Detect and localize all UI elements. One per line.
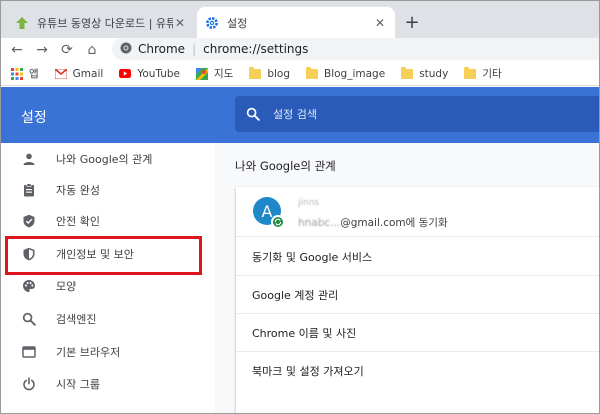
new-tab-button[interactable]: +: [401, 11, 423, 33]
manage-google-account-row[interactable]: Google 계정 관리: [236, 276, 599, 314]
email-suffix: @gmail.com에 동기화: [340, 217, 448, 229]
youtube-icon: [119, 68, 132, 80]
settings-search-input[interactable]: 설정 검색: [235, 96, 599, 132]
bookmark-folder-blog[interactable]: blog: [249, 66, 291, 80]
reload-button[interactable]: ⟳: [58, 41, 76, 59]
bookmark-label: 앱: [29, 68, 39, 80]
tab-close-icon[interactable]: ✕: [173, 16, 187, 30]
folder-icon: [249, 66, 262, 80]
download-arrow-icon: [15, 16, 29, 30]
url-text: chrome://settings: [203, 42, 309, 56]
settings-card: A jinns hnabc...@gmail.com에 동기화 동기화 및 Go…: [236, 187, 599, 413]
bookmark-label: study: [419, 67, 449, 80]
settings-main: 나와 Google의 관계 A jinns hnabc...@gmail.com…: [215, 143, 599, 413]
tab-title: 유튜브 동영상 다운로드 | 유튜브: [37, 16, 173, 30]
apps-icon: [11, 67, 23, 80]
import-bookmarks-row[interactable]: 북마크 및 설정 가져오기: [236, 352, 599, 390]
site-label: Chrome: [138, 42, 186, 56]
settings-gear-icon: [205, 16, 219, 30]
bookmark-label: Gmail: [72, 67, 104, 80]
sidebar-item-autofill[interactable]: 자동 완성: [1, 174, 215, 206]
highlight-box: [5, 236, 202, 275]
sidebar-item-label: 검색엔진: [56, 313, 97, 326]
sidebar-item-you-and-google[interactable]: 나와 Google의 관계: [1, 143, 215, 175]
address-bar[interactable]: Chrome | chrome://settings: [112, 38, 599, 60]
chrome-name-photo-row[interactable]: Chrome 이름 및 사진: [236, 314, 599, 352]
page-title: 설정: [21, 110, 47, 126]
shield-check-icon: [21, 213, 37, 229]
bookmark-youtube[interactable]: YouTube: [119, 68, 180, 80]
folder-icon: [401, 66, 414, 80]
palette-icon: [21, 278, 37, 294]
sidebar-item-label: 나와 Google의 관계: [56, 153, 153, 166]
forward-button[interactable]: →: [33, 41, 51, 59]
email-prefix: hnabc...: [298, 217, 341, 229]
bookmark-label: YouTube: [137, 67, 181, 80]
back-button[interactable]: ←: [8, 41, 26, 59]
sidebar-item-search-engine[interactable]: 검색엔진: [1, 303, 215, 335]
home-button[interactable]: ⌂: [83, 41, 101, 59]
power-icon: [21, 376, 37, 392]
section-title: 나와 Google의 관계: [235, 159, 336, 173]
settings-header: 설정 설정 검색: [1, 87, 599, 143]
account-row[interactable]: A jinns hnabc...@gmail.com에 동기화: [236, 187, 599, 237]
browser-window: 유튜브 동영상 다운로드 | 유튜브 ✕ 설정 ✕ + ← → ⟳ ⌂ Chro…: [0, 0, 600, 414]
tab-close-icon[interactable]: ✕: [373, 16, 387, 30]
account-email: hnabc...@gmail.com에 동기화: [298, 215, 448, 230]
toolbar: ← → ⟳ ⌂ Chrome | chrome://settings: [1, 38, 599, 62]
sidebar-item-on-startup[interactable]: 시작 그룹: [1, 368, 215, 400]
search-icon: [245, 106, 261, 122]
url-separator: |: [192, 42, 197, 56]
search-icon: [21, 311, 37, 327]
sync-google-services-row[interactable]: 동기화 및 Google 서비스: [236, 238, 599, 276]
sidebar-item-label: 안전 확인: [56, 215, 100, 228]
tab-youtube-download[interactable]: 유튜브 동영상 다운로드 | 유튜브 ✕: [7, 7, 195, 38]
bookmark-folder-study[interactable]: study: [401, 66, 449, 80]
bookmark-gmail[interactable]: Gmail: [54, 67, 104, 80]
bookmark-label: blog: [267, 67, 291, 80]
sidebar-item-default-browser[interactable]: 기본 브라우저: [1, 336, 215, 368]
gmail-icon: [54, 68, 67, 80]
folder-icon: [306, 66, 319, 80]
sidebar-item-label: 자동 완성: [56, 184, 100, 197]
folder-icon: [464, 66, 477, 80]
sidebar-item-label: 모양: [56, 280, 77, 293]
clipboard-icon: [21, 182, 37, 198]
settings-sidebar: 나와 Google의 관계 자동 완성 안전 확인 개인정보 및 보안 모양 검…: [1, 143, 215, 413]
sync-icon: [271, 215, 285, 229]
tab-title: 설정: [227, 16, 248, 30]
sidebar-item-label: 기본 브라우저: [56, 346, 121, 359]
bookmark-maps[interactable]: 지도: [196, 66, 233, 81]
tab-settings[interactable]: 설정 ✕: [197, 7, 395, 38]
bookmark-label: 지도: [214, 68, 234, 80]
search-placeholder: 설정 검색: [273, 108, 317, 121]
maps-icon: [196, 67, 209, 80]
person-icon: [21, 151, 37, 167]
sidebar-item-label: 시작 그룹: [56, 378, 100, 391]
bookmarks-bar: 앱 Gmail YouTube 지도 blog Blog_image study…: [1, 62, 599, 86]
bookmark-folder-other[interactable]: 기타: [464, 66, 502, 81]
bookmark-folder-blog-image[interactable]: Blog_image: [306, 66, 386, 80]
browser-icon: [21, 344, 37, 360]
account-name: jinns: [298, 198, 320, 208]
chrome-logo-icon: [120, 42, 132, 57]
tab-strip: 유튜브 동영상 다운로드 | 유튜브 ✕ 설정 ✕ +: [1, 1, 599, 38]
sidebar-item-safety-check[interactable]: 안전 확인: [1, 205, 215, 237]
bookmark-label: 기타: [482, 68, 502, 80]
bookmark-label: Blog_image: [324, 67, 386, 80]
bookmark-apps[interactable]: 앱: [11, 66, 39, 81]
